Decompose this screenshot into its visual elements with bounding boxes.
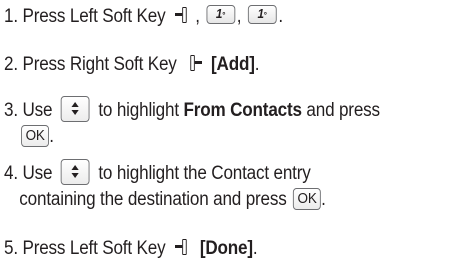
left-soft-key-icon xyxy=(175,238,191,256)
step-1-end: . xyxy=(278,6,283,27)
step-1: 1. Press Left Soft Key , 1°, 1°. xyxy=(4,4,283,30)
step-5-text: Press Left Soft Key xyxy=(22,238,166,259)
step-2: 2. Press Right Soft Key [Add]. xyxy=(4,52,260,78)
step-1-number: 1. xyxy=(4,6,18,27)
step-1-separator: , xyxy=(195,6,200,27)
key-1-icon: 1° xyxy=(206,5,236,25)
right-soft-key-icon xyxy=(187,54,203,72)
step-3-number: 3. xyxy=(4,100,18,122)
instruction-document: 1. Press Left Soft Key , 1°, 1°. 2. Pres… xyxy=(0,0,461,268)
step-3-target: From Contacts xyxy=(183,100,303,122)
navigation-key-icon xyxy=(60,159,90,185)
left-soft-key-icon xyxy=(175,6,191,24)
step-1-separator-2: , xyxy=(236,6,242,27)
step-4-line2: containing the destination and press xyxy=(19,189,287,211)
step-5-action: [Done] xyxy=(199,238,253,259)
step-3-text-after: to highlight xyxy=(98,100,179,122)
ok-key-icon: OK xyxy=(21,125,50,147)
step-3-text-end: and press xyxy=(306,100,380,122)
step-1-text: Press Left Soft Key xyxy=(22,6,166,27)
step-2-text: Press Right Soft Key xyxy=(22,54,177,75)
step-2-number: 2. xyxy=(4,54,18,75)
step-4-text-before: Use xyxy=(22,163,53,185)
step-3-text-before: Use xyxy=(22,100,53,122)
step-4: 4. Use to highlight the Contact entry co… xyxy=(4,159,326,213)
step-5-end: . xyxy=(252,238,258,259)
step-3: 3. Use to highlight From Contacts and pr… xyxy=(4,96,380,150)
step-3-end: . xyxy=(49,126,54,148)
navigation-key-icon xyxy=(60,96,90,122)
step-2-action: [Add] xyxy=(211,54,255,75)
step-4-text-after: to highlight the Contact entry xyxy=(98,163,311,185)
step-2-end: . xyxy=(254,54,260,75)
step-4-number: 4. xyxy=(4,163,18,185)
step-5: 5. Press Left Soft Key [Done]. xyxy=(4,236,258,262)
step-4-end: . xyxy=(321,189,326,211)
key-1-icon: 1° xyxy=(247,5,277,25)
step-5-number: 5. xyxy=(4,238,18,259)
ok-key-icon: OK xyxy=(292,188,322,210)
